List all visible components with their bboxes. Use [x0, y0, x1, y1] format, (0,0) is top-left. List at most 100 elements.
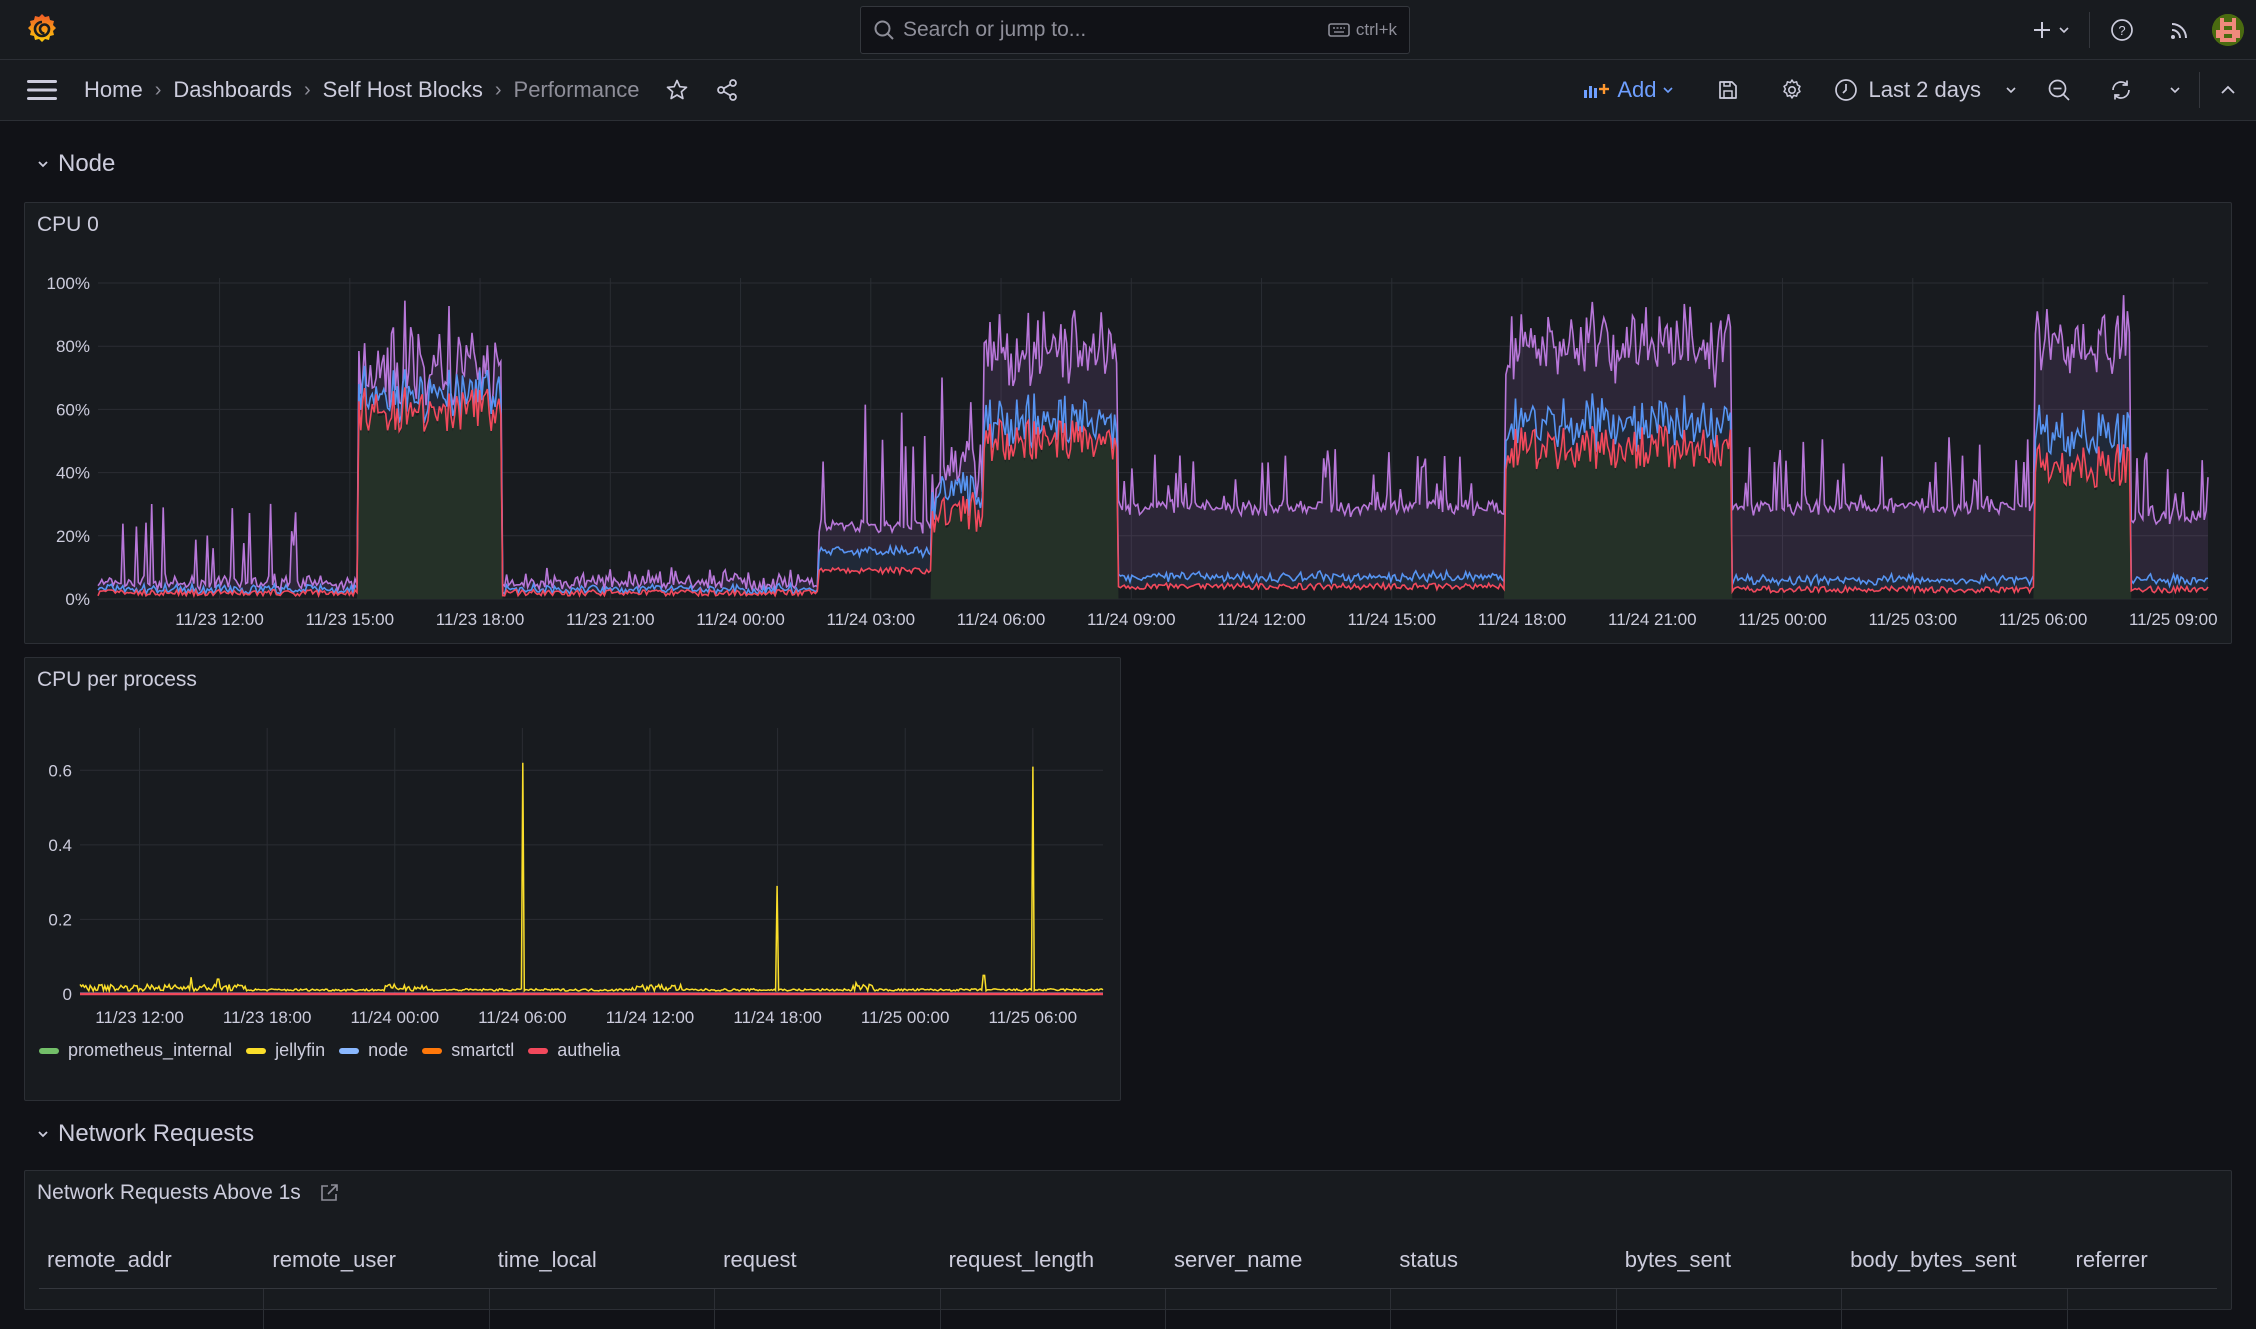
- legend-item-smartctl[interactable]: smartctl: [422, 1040, 514, 1061]
- legend-item-authelia[interactable]: authelia: [528, 1040, 620, 1061]
- column-header-time-local[interactable]: time_local: [490, 1247, 715, 1273]
- breadcrumb-separator: ›: [494, 78, 502, 101]
- top-bar-actions: ?: [2021, 0, 2256, 60]
- column-header-request-length[interactable]: request_length: [941, 1247, 1166, 1273]
- zoom-out-icon: [2048, 79, 2070, 101]
- breadcrumb-dashboards[interactable]: Dashboards: [173, 77, 292, 103]
- table-cell: [1842, 1289, 2068, 1329]
- cpu-per-process-chart[interactable]: 0 0.2 0.4 0.6 11/23 12:00 11/23 18:00 11/24 00…: [25, 658, 1122, 1102]
- panel-network-requests[interactable]: Network Requests Above 1s remote_addr rem…: [24, 1170, 2232, 1329]
- menu-icon[interactable]: [27, 79, 57, 101]
- column-header-remote-addr[interactable]: remote_addr: [39, 1247, 264, 1273]
- legend-item-node[interactable]: node: [339, 1040, 408, 1061]
- avatar-image-icon: [2212, 14, 2244, 46]
- table-cell: [715, 1289, 941, 1329]
- x-tick-label: 11/25 00:00: [1738, 610, 1827, 629]
- legend-swatch: [339, 1047, 360, 1054]
- x-tick-label: 11/25 00:00: [861, 1008, 950, 1027]
- breadcrumb-folder[interactable]: Self Host Blocks: [323, 77, 483, 103]
- star-icon[interactable]: [665, 78, 689, 102]
- breadcrumb-home[interactable]: Home: [84, 77, 143, 103]
- row-header-node[interactable]: Node: [36, 150, 115, 178]
- column-header-referrer[interactable]: referrer: [2068, 1247, 2256, 1273]
- column-header-bytes-sent[interactable]: bytes_sent: [1617, 1247, 1842, 1273]
- column-header-body-bytes-sent[interactable]: body_bytes_sent: [1842, 1247, 2067, 1273]
- save-icon: [1719, 81, 1738, 99]
- x-tick-label: 11/25 06:00: [989, 1008, 1078, 1027]
- x-tick-label: 11/24 00:00: [696, 610, 785, 629]
- save-dashboard-button[interactable]: [1696, 79, 1760, 101]
- x-tick-label: 11/23 15:00: [306, 610, 395, 629]
- time-range-picker[interactable]: Last 2 days: [1834, 77, 2017, 103]
- legend-item-jellyfin[interactable]: jellyfin: [246, 1040, 325, 1061]
- chart-legend: prometheus_internal jellyfin node smartc…: [39, 1040, 620, 1061]
- x-tick-label: 11/24 09:00: [1087, 610, 1176, 629]
- x-tick-label: 11/24 15:00: [1348, 610, 1437, 629]
- chevron-down-icon: [2006, 87, 2016, 94]
- breadcrumb-separator: ›: [154, 78, 162, 101]
- refresh-button[interactable]: [2091, 78, 2151, 102]
- add-button[interactable]: Add: [1583, 77, 1674, 103]
- y-tick-label: 0.4: [48, 836, 72, 855]
- series-line-jellyfin: [79, 762, 1104, 994]
- dashboard-settings-button[interactable]: [1760, 78, 1824, 102]
- panel-cpu-per-process[interactable]: CPU per process 0 0.2 0.4 0.6 11/23 12:00 11/…: [24, 657, 1121, 1101]
- legend-swatch: [528, 1047, 549, 1054]
- share-icon[interactable]: [715, 78, 739, 102]
- table-cell: [39, 1289, 265, 1329]
- user-avatar[interactable]: [2212, 14, 2244, 46]
- grafana-logo-icon[interactable]: [24, 12, 60, 48]
- refresh-icon: [2112, 80, 2130, 100]
- column-header-status[interactable]: status: [1391, 1247, 1616, 1273]
- requests-table: remote_addr remote_user time_local request r…: [39, 1231, 2217, 1329]
- legend-item-prometheus-internal[interactable]: prometheus_internal: [39, 1040, 232, 1061]
- x-tick-label: 11/24 03:00: [827, 610, 916, 629]
- clock-icon: [1835, 79, 1858, 101]
- y-tick-label: 100%: [47, 274, 90, 293]
- table-row[interactable]: [39, 1289, 2217, 1329]
- add-label: Add: [1617, 77, 1657, 102]
- y-tick-label: 0: [63, 985, 72, 1004]
- zoom-out-button[interactable]: [2027, 78, 2091, 102]
- y-tick-label: 0.6: [48, 761, 72, 780]
- legend-label: authelia: [557, 1040, 621, 1060]
- collapse-toolbar-button[interactable]: [2200, 85, 2256, 95]
- time-range-label: Last 2 days: [1868, 77, 1981, 102]
- legend-label: jellyfin: [275, 1040, 326, 1060]
- x-tick-label: 11/25 06:00: [1999, 610, 2088, 629]
- legend-label: node: [368, 1040, 409, 1060]
- external-link-icon[interactable]: [319, 1183, 339, 1203]
- table-cell: [941, 1289, 1166, 1329]
- news-button[interactable]: [2154, 19, 2206, 41]
- plus-icon: [2034, 22, 2050, 38]
- refresh-interval-dropdown[interactable]: [2151, 86, 2199, 94]
- top-bar: Search or jump to... ctrl+k ?: [0, 0, 2256, 60]
- breadcrumb: Home › Dashboards › Self Host Blocks › P…: [84, 60, 739, 120]
- row-header-network-requests[interactable]: Network Requests: [36, 1120, 254, 1148]
- cpu-0-chart[interactable]: 0% 20% 40% 60% 80% 100% 11/23 12:00 11/23 15:00…: [25, 203, 2233, 645]
- panel-title: Network Requests Above 1s: [37, 1181, 301, 1204]
- chevron-down-icon: [2170, 87, 2180, 94]
- column-header-request[interactable]: request: [715, 1247, 940, 1273]
- panel-cpu-0[interactable]: CPU 0 0% 20% 40% 60% 80% 100% 11/23 12:00 11/23…: [24, 202, 2232, 644]
- x-tick-label: 11/23 18:00: [436, 610, 525, 629]
- x-tick-label: 11/23 12:00: [95, 1008, 184, 1027]
- y-tick-label: 40%: [56, 464, 90, 483]
- search-input[interactable]: Search or jump to... ctrl+k: [860, 6, 1410, 54]
- x-tick-label: 11/23 12:00: [175, 610, 264, 629]
- chevron-down-icon: [1663, 87, 1674, 94]
- legend-label: smartctl: [451, 1040, 515, 1060]
- column-header-server-name[interactable]: server_name: [1166, 1247, 1391, 1273]
- legend-swatch: [422, 1047, 443, 1054]
- dashboard-actions: Add Last 2 days: [1583, 60, 2256, 120]
- dashboard-nav-bar: Home › Dashboards › Self Host Blocks › P…: [0, 60, 2256, 121]
- table-cell: [1391, 1289, 1617, 1329]
- breadcrumb-separator: ›: [304, 78, 311, 101]
- panel-title-wrap: Network Requests Above 1s: [37, 1181, 339, 1205]
- x-tick-label: 11/24 12:00: [1217, 610, 1306, 629]
- table-cell: [490, 1289, 716, 1329]
- new-button[interactable]: [2021, 20, 2081, 40]
- rss-icon: [2171, 23, 2187, 39]
- column-header-remote-user[interactable]: remote_user: [264, 1247, 489, 1273]
- help-button[interactable]: ?: [2090, 18, 2154, 42]
